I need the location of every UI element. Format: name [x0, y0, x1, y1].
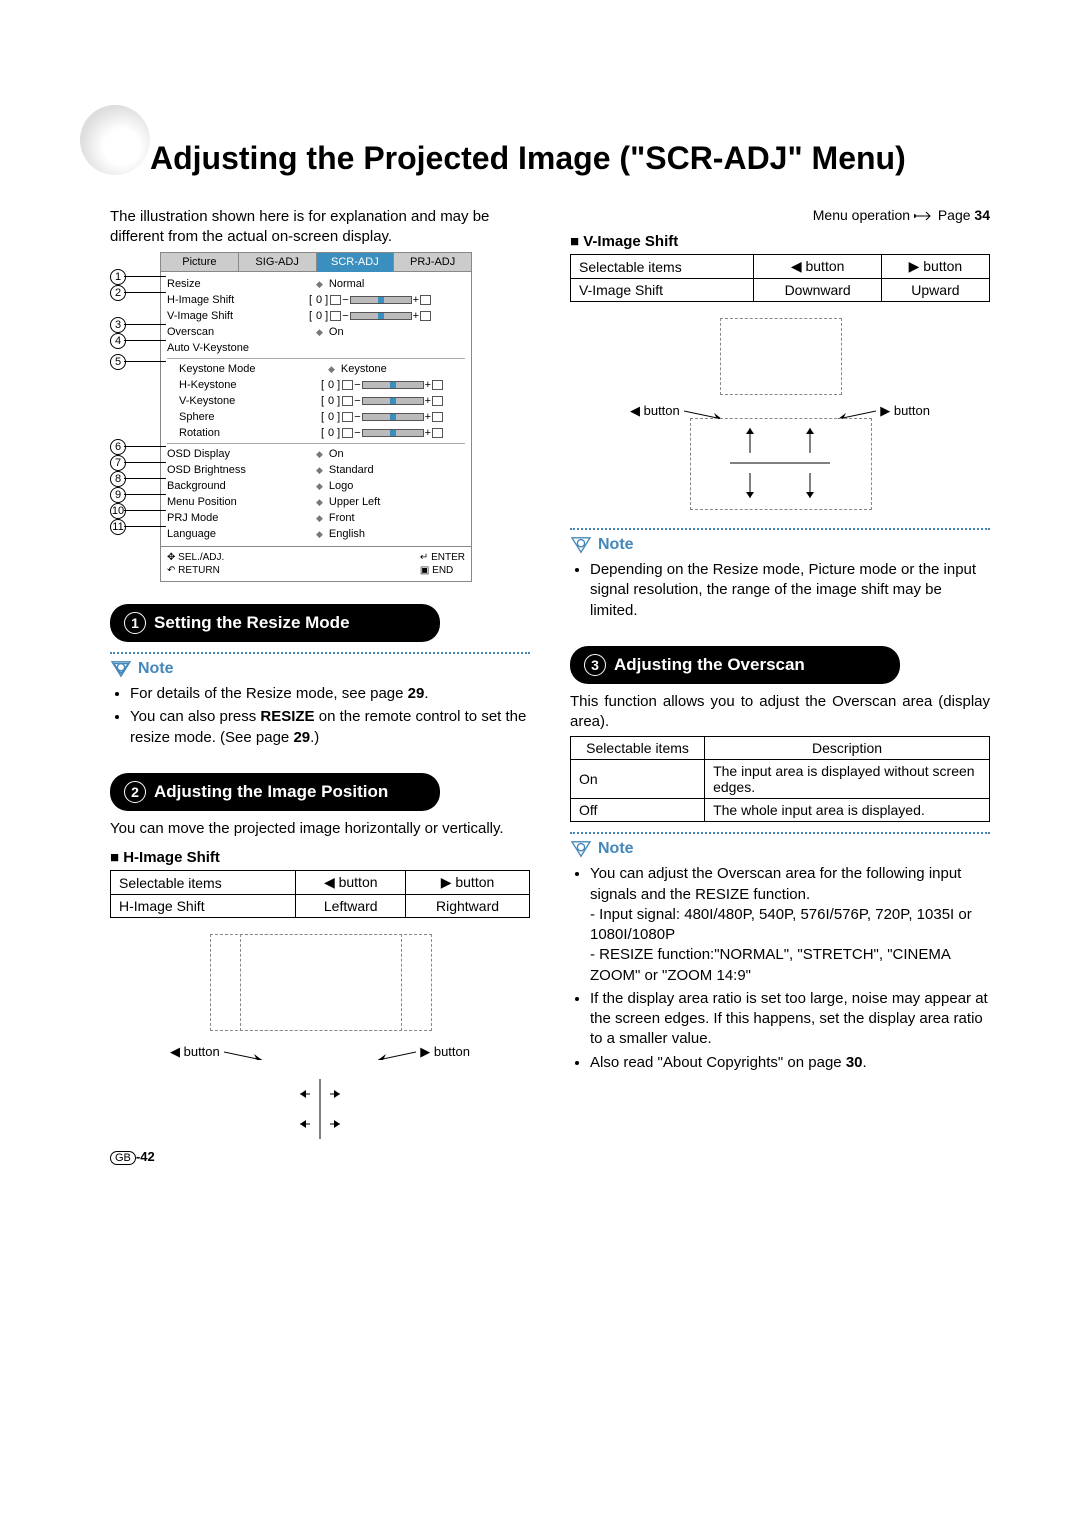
callout-number: 4	[110, 333, 126, 349]
section-3-heading: 3 Adjusting the Overscan	[570, 646, 900, 684]
osd-tab: SIG-ADJ	[239, 253, 317, 272]
dotted-divider	[110, 652, 530, 654]
callout-number: 2	[110, 285, 126, 301]
dotted-divider	[570, 832, 990, 834]
callout-number: 9	[110, 487, 126, 503]
callout-number: 3	[110, 317, 126, 333]
callout-number: 6	[110, 439, 126, 455]
note-heading: Note	[110, 660, 530, 678]
section-1-heading: 1 Setting the Resize Mode	[110, 604, 440, 642]
overscan-table: Selectable items Description On The inpu…	[570, 736, 990, 822]
page-title: Adjusting the Projected Image ("SCR-ADJ"…	[150, 140, 990, 177]
osd-footer-end: ▣ END	[420, 564, 465, 577]
page-number: GB-42	[110, 1149, 155, 1164]
h-image-shift-table: Selectable items ◀ button ▶ button H-Ima…	[110, 870, 530, 918]
osd-tab-active: SCR-ADJ	[317, 253, 395, 272]
note-list: For details of the Resize mode, see page…	[116, 684, 530, 748]
callout-number: 5	[110, 354, 126, 370]
intro-text: The illustration shown here is for expla…	[110, 207, 530, 246]
decorative-circle	[80, 105, 150, 175]
note-list: Depending on the Resize mode, Picture mo…	[576, 560, 990, 621]
osd-tab: PRJ-ADJ	[394, 253, 471, 272]
v-shift-diagram: ◀ button ▶ button	[630, 318, 930, 518]
callout-number: 11	[110, 519, 126, 535]
h-image-shift-subhead: ■ H-Image Shift	[110, 849, 530, 866]
callout-number: 7	[110, 455, 126, 471]
osd-tab: Picture	[161, 253, 239, 272]
section-3-body: This function allows you to adjust the O…	[570, 692, 990, 733]
callout-number: 1	[110, 269, 126, 285]
h-shift-diagram: ◀ button ▶ button	[170, 934, 470, 1164]
v-image-shift-subhead: ■ V-Image Shift	[570, 233, 990, 250]
note-list: You can adjust the Overscan area for the…	[576, 864, 990, 1073]
section-2-heading: 2 Adjusting the Image Position	[110, 773, 440, 811]
note-heading: Note	[570, 536, 990, 554]
callout-number: 8	[110, 471, 126, 487]
callout-number: 10	[110, 503, 126, 519]
menu-operation-ref: Menu operation Page 34	[570, 207, 990, 223]
v-image-shift-table: Selectable items ◀ button ▶ button V-Ima…	[570, 254, 990, 302]
osd-footer-sel: ✥ SEL./ADJ.	[167, 551, 224, 564]
dotted-divider	[570, 528, 990, 530]
osd-menu-illustration: Picture SIG-ADJ SCR-ADJ PRJ-ADJ ResizeNo…	[110, 252, 530, 582]
note-heading: Note	[570, 840, 990, 858]
section-2-body: You can move the projected image horizon…	[110, 819, 530, 839]
osd-footer-return: ↶ RETURN	[167, 564, 224, 577]
osd-footer-enter: ↵ ENTER	[420, 551, 465, 564]
